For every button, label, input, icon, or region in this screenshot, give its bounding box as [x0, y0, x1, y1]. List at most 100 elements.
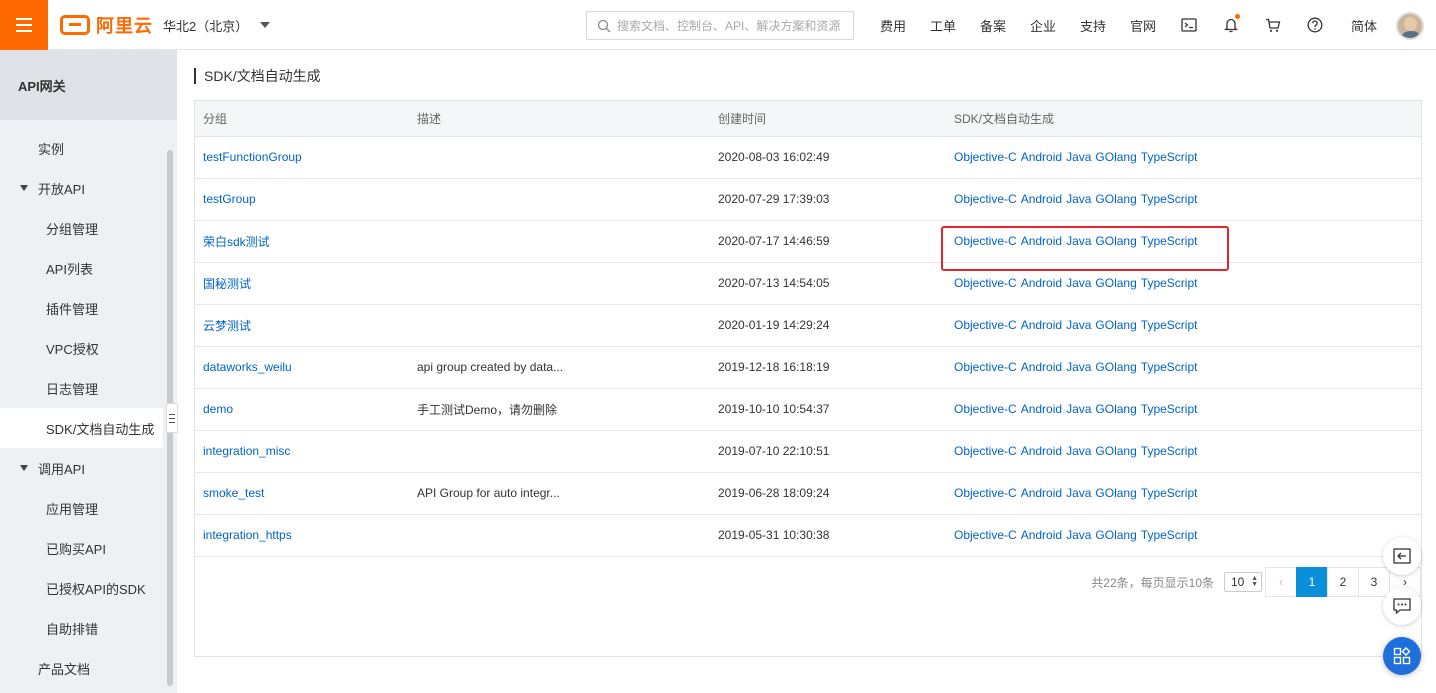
sdk-link-typescript[interactable]: TypeScript: [1141, 150, 1198, 164]
cell-sdk-links: Objective-C Android Java GOlang TypeScript: [946, 346, 1421, 389]
sdk-link-java[interactable]: Java: [1066, 318, 1091, 332]
sdk-link-golang[interactable]: GOlang: [1095, 276, 1136, 290]
nav-official-site[interactable]: 官网: [1118, 16, 1168, 35]
sdk-link-objectivec[interactable]: Objective-C: [954, 402, 1017, 416]
sdk-link-java[interactable]: Java: [1066, 486, 1091, 500]
sidebar-item-log-management[interactable]: 日志管理: [0, 368, 163, 408]
page-button-3[interactable]: 3: [1358, 567, 1390, 597]
group-link[interactable]: smoke_test: [203, 486, 264, 500]
cell-group: integration_misc: [195, 430, 409, 473]
sdk-link-typescript[interactable]: TypeScript: [1141, 444, 1198, 458]
sdk-link-java[interactable]: Java: [1066, 402, 1091, 416]
nav-enterprise[interactable]: 企业: [1018, 16, 1068, 35]
sdk-link-objectivec[interactable]: Objective-C: [954, 318, 1017, 332]
sdk-link-golang[interactable]: GOlang: [1095, 192, 1136, 206]
sidebar-group-call-api[interactable]: 调用API: [0, 448, 163, 488]
sdk-link-android[interactable]: Android: [1021, 192, 1062, 206]
notification-button[interactable]: [1210, 0, 1252, 50]
sdk-link-android[interactable]: Android: [1021, 150, 1062, 164]
sdk-link-objectivec[interactable]: Objective-C: [954, 486, 1017, 500]
cell-created-time: 2019-06-28 18:09:24: [710, 472, 946, 515]
group-link[interactable]: integration_misc: [203, 444, 290, 458]
sidebar-item-plugin-management[interactable]: 插件管理: [0, 288, 163, 328]
sdk-link-objectivec[interactable]: Objective-C: [954, 360, 1017, 374]
sdk-link-java[interactable]: Java: [1066, 276, 1091, 290]
sidebar-item-api-list[interactable]: API列表: [0, 248, 163, 288]
sdk-link-android[interactable]: Android: [1021, 318, 1062, 332]
sidebar-item-authorized-api-sdk[interactable]: 已授权API的SDK: [0, 568, 163, 608]
sdk-link-java[interactable]: Java: [1066, 192, 1091, 206]
app-grid-button[interactable]: [1383, 637, 1421, 675]
page-size-select[interactable]: 10 ▲ ▼: [1224, 572, 1262, 592]
region-selector[interactable]: 华北2（北京）: [163, 0, 271, 50]
sidebar-item-product-docs[interactable]: 产品文档: [0, 648, 163, 688]
page-button-2[interactable]: 2: [1327, 567, 1359, 597]
group-link[interactable]: testGroup: [203, 192, 256, 206]
sdk-link-android[interactable]: Android: [1021, 276, 1062, 290]
page-button-1[interactable]: 1: [1296, 567, 1328, 597]
nav-support[interactable]: 支持: [1068, 16, 1118, 35]
sdk-link-typescript[interactable]: TypeScript: [1141, 360, 1198, 374]
aliyun-logo[interactable]: 阿里云: [60, 13, 153, 37]
sidebar-item-app-management[interactable]: 应用管理: [0, 488, 163, 528]
hamburger-menu-icon[interactable]: [0, 0, 48, 50]
group-link[interactable]: dataworks_weilu: [203, 360, 292, 374]
sidebar-item-group-management[interactable]: 分组管理: [0, 208, 163, 248]
sdk-link-android[interactable]: Android: [1021, 444, 1062, 458]
cart-button[interactable]: [1252, 0, 1294, 50]
group-link[interactable]: testFunctionGroup: [203, 150, 302, 164]
sdk-link-typescript[interactable]: TypeScript: [1141, 402, 1198, 416]
sdk-link-android[interactable]: Android: [1021, 402, 1062, 416]
sidebar-item-self-troubleshooting[interactable]: 自助排错: [0, 608, 163, 648]
sdk-link-golang[interactable]: GOlang: [1095, 528, 1136, 542]
search-input[interactable]: [617, 18, 847, 33]
sidebar-collapse-icon[interactable]: [166, 403, 178, 433]
sdk-link-android[interactable]: Android: [1021, 528, 1062, 542]
sdk-link-java[interactable]: Java: [1066, 150, 1091, 164]
terminal-button[interactable]: [1168, 0, 1210, 50]
group-link[interactable]: 国秘测试: [203, 277, 251, 291]
sdk-link-objectivec[interactable]: Objective-C: [954, 444, 1017, 458]
language-switch[interactable]: 简体: [1336, 16, 1392, 35]
sdk-link-java[interactable]: Java: [1066, 360, 1091, 374]
nav-tickets[interactable]: 工单: [918, 16, 968, 35]
sdk-link-golang[interactable]: GOlang: [1095, 318, 1136, 332]
sdk-link-java[interactable]: Java: [1066, 444, 1091, 458]
collapse-panel-icon: [1393, 548, 1411, 564]
group-link[interactable]: demo: [203, 402, 233, 416]
sdk-link-typescript[interactable]: TypeScript: [1141, 528, 1198, 542]
nav-icp[interactable]: 备案: [968, 16, 1018, 35]
sdk-link-objectivec[interactable]: Objective-C: [954, 276, 1017, 290]
sdk-link-typescript[interactable]: TypeScript: [1141, 318, 1198, 332]
feedback-button[interactable]: [1383, 587, 1421, 625]
sdk-link-android[interactable]: Android: [1021, 360, 1062, 374]
sidebar-item-sdk-doc-generation[interactable]: SDK/文档自动生成: [0, 408, 163, 448]
cell-description: [409, 514, 710, 557]
sidebar-item-purchased-api[interactable]: 已购买API: [0, 528, 163, 568]
group-link[interactable]: 云梦测试: [203, 319, 251, 333]
sdk-link-objectivec[interactable]: Objective-C: [954, 192, 1017, 206]
sidebar-item-vpc-authorization[interactable]: VPC授权: [0, 328, 163, 368]
sidebar-item-instances[interactable]: 实例: [0, 128, 163, 168]
sdk-link-java[interactable]: Java: [1066, 528, 1091, 542]
group-link[interactable]: 荣白sdk测试: [203, 235, 270, 249]
search-box[interactable]: [586, 11, 854, 40]
sdk-link-typescript[interactable]: TypeScript: [1141, 192, 1198, 206]
sdk-link-android[interactable]: Android: [1021, 486, 1062, 500]
group-link[interactable]: integration_https: [203, 528, 292, 542]
collapse-panel-button[interactable]: [1383, 537, 1421, 575]
sidebar-group-open-api[interactable]: 开放API: [0, 168, 163, 208]
sdk-link-golang[interactable]: GOlang: [1095, 150, 1136, 164]
sdk-link-golang[interactable]: GOlang: [1095, 486, 1136, 500]
prev-page-button[interactable]: ‹: [1265, 567, 1297, 597]
nav-fees[interactable]: 费用: [868, 16, 918, 35]
sdk-link-golang[interactable]: GOlang: [1095, 444, 1136, 458]
sdk-link-objectivec[interactable]: Objective-C: [954, 150, 1017, 164]
sdk-link-typescript[interactable]: TypeScript: [1141, 486, 1198, 500]
sdk-link-objectivec[interactable]: Objective-C: [954, 528, 1017, 542]
sdk-link-typescript[interactable]: TypeScript: [1141, 276, 1198, 290]
avatar[interactable]: [1396, 12, 1424, 40]
help-button[interactable]: [1294, 0, 1336, 50]
sdk-link-golang[interactable]: GOlang: [1095, 360, 1136, 374]
sdk-link-golang[interactable]: GOlang: [1095, 402, 1136, 416]
